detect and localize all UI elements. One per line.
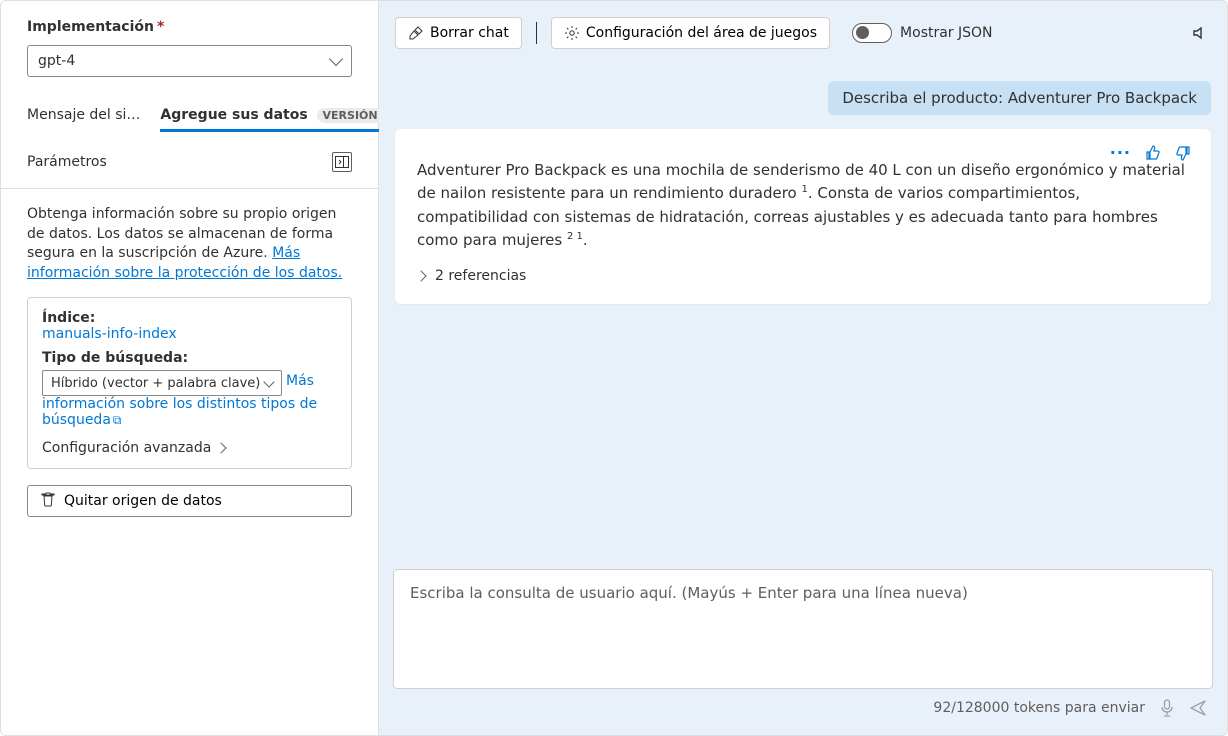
chat-messages: Describa el producto: Adventurer Pro Bac… xyxy=(393,65,1213,559)
divider xyxy=(1,188,378,189)
parameters-label: Parámetros xyxy=(27,154,107,170)
speaker-icon[interactable] xyxy=(1191,23,1211,43)
search-type-select[interactable]: Híbrido (vector + palabra clave) xyxy=(42,370,282,396)
broom-icon xyxy=(408,25,424,41)
search-type-label: Tipo de búsqueda: xyxy=(42,350,337,366)
required-asterisk: * xyxy=(157,19,164,35)
left-assistant-setup-panel: Implementación* gpt-4 Mensaje del si… Ag… xyxy=(1,1,379,735)
assistant-message-text: Adventurer Pro Backpack es una mochila d… xyxy=(417,159,1187,252)
playground-settings-label: Configuración del área de juegos xyxy=(586,25,817,41)
tab-system-message-label: Mensaje del si… xyxy=(27,107,140,123)
index-label: Índice: xyxy=(42,310,337,326)
more-icon[interactable]: ··· xyxy=(1110,143,1131,162)
assistant-message-card: ··· Adventurer Pro Backpack es una mochi… xyxy=(395,129,1211,304)
show-json-toggle[interactable] xyxy=(852,23,892,43)
input-footer: 92/128000 tokens para enviar xyxy=(393,699,1213,717)
search-types-more-link[interactable]: información sobre los distintos tipos de… xyxy=(42,396,317,428)
chevron-right-icon xyxy=(415,270,426,281)
search-type-value: Híbrido (vector + palabra clave) xyxy=(51,376,260,391)
data-source-card: Índice: manuals-info-index Tipo de búsqu… xyxy=(27,297,352,469)
send-icon[interactable] xyxy=(1189,699,1207,717)
show-json-label: Mostrar JSON xyxy=(900,25,992,41)
search-types-more-link-part1[interactable]: Más xyxy=(286,373,314,389)
app-root: Implementación* gpt-4 Mensaje del si… Ag… xyxy=(0,0,1228,736)
toolbar-divider xyxy=(536,22,537,44)
show-json-toggle-group: Mostrar JSON xyxy=(852,23,992,43)
playground-settings-button[interactable]: Configuración del área de juegos xyxy=(551,17,830,49)
token-count-label: 92/128000 tokens para enviar xyxy=(933,700,1145,716)
clear-chat-label: Borrar chat xyxy=(430,25,509,41)
tab-system-message[interactable]: Mensaje del si… xyxy=(27,107,140,132)
trash-icon xyxy=(40,491,56,511)
user-message-text: Describa el producto: Adventurer Pro Bac… xyxy=(842,89,1197,107)
references-label: 2 referencias xyxy=(435,268,526,284)
remove-data-source-label: Quitar origen de datos xyxy=(64,493,222,509)
search-types-more-link-row: información sobre los distintos tipos de… xyxy=(42,396,337,428)
chevron-right-icon xyxy=(216,443,227,454)
thumbs-down-icon[interactable] xyxy=(1175,145,1191,161)
citation-2-1[interactable]: 2 1 xyxy=(567,231,583,242)
references-toggle[interactable]: 2 referencias xyxy=(417,268,1187,284)
advanced-settings-label: Configuración avanzada xyxy=(42,440,211,456)
panel-expand-icon xyxy=(335,156,349,168)
user-message-bubble: Describa el producto: Adventurer Pro Bac… xyxy=(828,81,1211,115)
deployment-value: gpt-4 xyxy=(38,53,75,69)
assistant-actions: ··· xyxy=(1110,143,1191,162)
index-value-link[interactable]: manuals-info-index xyxy=(42,326,337,342)
chevron-down-icon xyxy=(263,376,274,387)
chevron-down-icon xyxy=(329,52,343,66)
gear-icon xyxy=(564,25,580,41)
microphone-icon[interactable] xyxy=(1159,699,1175,717)
remove-data-source-button[interactable]: Quitar origen de datos xyxy=(27,485,352,517)
assistant-text-seg3: . xyxy=(583,231,588,249)
setup-tabs: Mensaje del si… Agregue sus datos VERSIÓ… xyxy=(27,107,352,132)
user-input-textarea[interactable]: Escriba la consulta de usuario aquí. (Ma… xyxy=(393,569,1213,689)
chat-playground-panel: Borrar chat Configuración del área de ju… xyxy=(379,1,1227,735)
external-link-icon: ⧉ xyxy=(113,413,122,427)
deployment-select[interactable]: gpt-4 xyxy=(27,45,352,77)
deployment-label: Implementación* xyxy=(27,19,352,35)
chat-toolbar: Borrar chat Configuración del área de ju… xyxy=(393,17,1213,65)
deployment-label-text: Implementación xyxy=(27,19,154,35)
search-type-row: Híbrido (vector + palabra clave) Más xyxy=(42,366,337,396)
clear-chat-button[interactable]: Borrar chat xyxy=(395,17,522,49)
parameters-expand-button[interactable] xyxy=(332,152,352,172)
thumbs-up-icon[interactable] xyxy=(1145,145,1161,161)
advanced-settings-toggle[interactable]: Configuración avanzada xyxy=(42,440,337,456)
data-source-info: Obtenga información sobre su propio orig… xyxy=(27,205,352,283)
parameters-row: Parámetros xyxy=(27,152,352,188)
tab-add-your-data-label: Agregue sus datos xyxy=(160,107,307,123)
user-input-placeholder: Escriba la consulta de usuario aquí. (Ma… xyxy=(410,584,968,602)
